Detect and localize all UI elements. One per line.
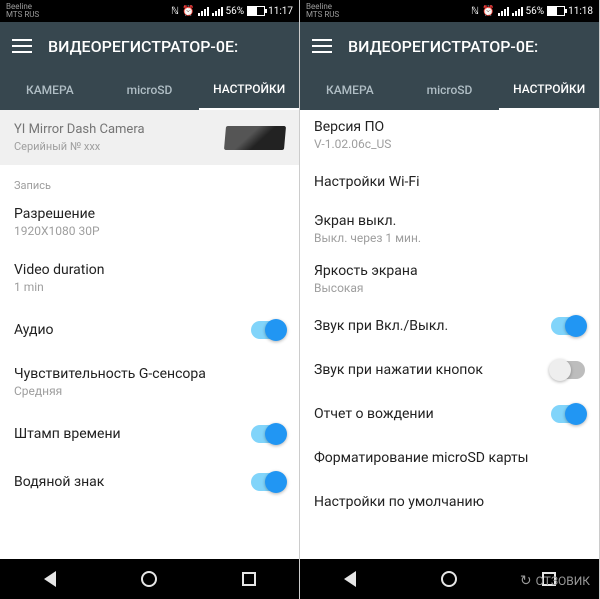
app-header: ВИДЕОРЕГИСТРАТОР-0E: (0, 22, 299, 70)
battery-text: 56% (526, 6, 545, 17)
home-button[interactable] (139, 569, 159, 589)
status-carriers: Beeline MTS RUS (6, 3, 39, 19)
signal-icon (498, 6, 509, 16)
nav-bar (300, 559, 599, 599)
alarm-icon: ⏰ (482, 6, 494, 17)
row-title: Video duration (14, 262, 105, 278)
settings-row[interactable]: Чувствительность G-сенсора Средняя (0, 354, 299, 410)
settings-row[interactable]: Звук при Вкл./Выкл. (300, 304, 599, 348)
menu-icon[interactable] (12, 39, 32, 53)
row-title: Настройки по умолчанию (314, 494, 484, 510)
toggle-switch[interactable] (551, 317, 585, 335)
settings-row[interactable]: Аудио (0, 306, 299, 354)
row-title: Водяной знак (14, 474, 104, 490)
settings-row[interactable]: Отчет о вождении (300, 392, 599, 436)
device-name: YI Mirror Dash Camera (14, 122, 145, 137)
row-subtitle: Выкл. через 1 мин. (314, 231, 421, 245)
toggle-switch[interactable] (551, 405, 585, 423)
row-title: Версия ПО (314, 119, 391, 135)
row-subtitle: Высокая (314, 281, 418, 295)
settings-row[interactable]: Яркость экрана Высокая (300, 254, 599, 304)
settings-row[interactable]: Настройки по умолчанию (300, 480, 599, 524)
signal-icon (198, 6, 209, 16)
content-area: Версия ПО V-1.02.06c_US Настройки Wi-Fi Экр… (300, 110, 599, 559)
toggle-switch[interactable] (251, 473, 285, 491)
clock: 11:18 (568, 6, 593, 17)
carrier-2: MTS RUS (6, 11, 39, 19)
settings-row[interactable]: Настройки Wi-Fi (300, 160, 599, 204)
row-title: Аудио (14, 322, 54, 338)
battery-icon (547, 6, 565, 16)
row-title: Разрешение (14, 206, 100, 222)
phone-right: Beeline MTS RUS ℕ ⏰ 56% 11:18 ВИДЕОРЕГИС… (300, 0, 600, 599)
row-title: Штамп времени (14, 426, 121, 442)
back-button[interactable] (40, 569, 60, 589)
settings-row[interactable]: Водяной знак (0, 458, 299, 506)
tab-microsd[interactable]: microSD (400, 70, 500, 110)
back-button[interactable] (340, 569, 360, 589)
tab-настройки[interactable]: НАСТРОЙКИ (499, 70, 599, 110)
toggle-switch[interactable] (551, 361, 585, 379)
status-icons: ℕ ⏰ 56% 11:17 (171, 6, 293, 17)
device-card[interactable]: YI Mirror Dash Camera Серийный № xxx (0, 110, 299, 165)
status-bar: Beeline MTS RUS ℕ ⏰ 56% 11:18 (300, 0, 599, 22)
settings-row[interactable]: Звук при нажатии кнопок (300, 348, 599, 392)
content-area: YI Mirror Dash Camera Серийный № xxx Зап… (0, 110, 299, 559)
device-serial: Серийный № xxx (14, 140, 145, 153)
settings-row[interactable]: Video duration 1 min (0, 250, 299, 306)
status-bar: Beeline MTS RUS ℕ ⏰ 56% 11:17 (0, 0, 299, 22)
nfc-icon: ℕ (471, 6, 479, 17)
row-title: Яркость экрана (314, 263, 418, 279)
signal-icon-2 (212, 6, 223, 16)
settings-row[interactable]: Разрешение 1920X1080 30P (0, 194, 299, 250)
toggle-switch[interactable] (251, 321, 285, 339)
row-title: Настройки Wi-Fi (314, 174, 420, 190)
app-header: ВИДЕОРЕГИСТРАТОР-0E: (300, 22, 599, 70)
row-title: Звук при Вкл./Выкл. (314, 318, 448, 334)
tab-bar: КАМЕРАmicroSDНАСТРОЙКИ (300, 70, 599, 110)
home-button[interactable] (439, 569, 459, 589)
carrier-2: MTS RUS (306, 11, 339, 19)
recents-button[interactable] (539, 569, 559, 589)
page-title: ВИДЕОРЕГИСТРАТОР-0E: (48, 37, 287, 56)
row-title: Чувствительность G-сенсора (14, 366, 206, 382)
row-subtitle: V-1.02.06c_US (314, 137, 391, 151)
tab-microsd[interactable]: microSD (100, 70, 200, 110)
tab-камера[interactable]: КАМЕРА (300, 70, 400, 110)
tab-камера[interactable]: КАМЕРА (0, 70, 100, 110)
settings-row[interactable]: Штамп времени (0, 410, 299, 458)
row-subtitle: 1920X1080 30P (14, 224, 100, 238)
nav-bar (0, 559, 299, 599)
clock: 11:17 (268, 6, 293, 17)
settings-row[interactable]: Экран выкл. Выкл. через 1 мин. (300, 204, 599, 254)
battery-icon (247, 6, 265, 16)
page-title: ВИДЕОРЕГИСТРАТОР-0E: (348, 37, 587, 56)
status-icons: ℕ ⏰ 56% 11:18 (471, 6, 593, 17)
section-label: Запись (0, 165, 299, 194)
nfc-icon: ℕ (171, 6, 179, 17)
menu-icon[interactable] (312, 39, 332, 53)
signal-icon-2 (512, 6, 523, 16)
tab-настройки[interactable]: НАСТРОЙКИ (199, 70, 299, 110)
row-title: Форматирование microSD карты (314, 450, 529, 466)
alarm-icon: ⏰ (182, 6, 194, 17)
phone-left: Beeline MTS RUS ℕ ⏰ 56% 11:17 ВИДЕОРЕГИС… (0, 0, 300, 599)
toggle-switch[interactable] (251, 425, 285, 443)
tab-bar: КАМЕРАmicroSDНАСТРОЙКИ (0, 70, 299, 110)
settings-row[interactable]: Форматирование microSD карты (300, 436, 599, 480)
row-title: Экран выкл. (314, 213, 421, 229)
row-subtitle: 1 min (14, 280, 105, 294)
recents-button[interactable] (239, 569, 259, 589)
row-subtitle: Средняя (14, 384, 206, 398)
battery-text: 56% (226, 6, 245, 17)
settings-row[interactable]: Версия ПО V-1.02.06c_US (300, 110, 599, 160)
row-title: Звук при нажатии кнопок (314, 362, 483, 378)
row-title: Отчет о вождении (314, 406, 434, 422)
device-image (224, 126, 286, 150)
status-carriers: Beeline MTS RUS (306, 3, 339, 19)
